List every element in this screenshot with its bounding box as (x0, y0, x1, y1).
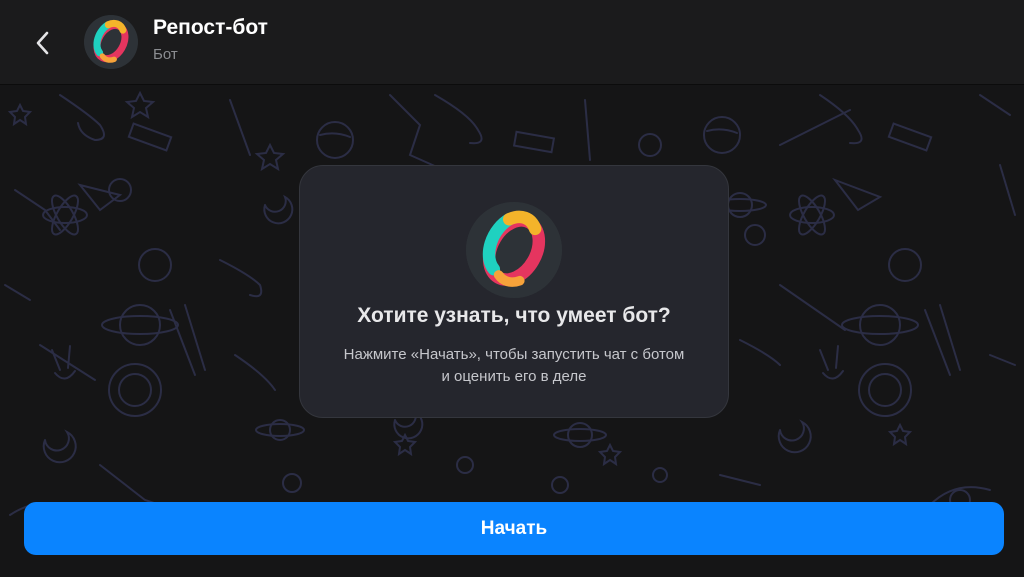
chat-title[interactable]: Репост-бот (153, 16, 268, 40)
bot-logo-icon (466, 202, 562, 298)
card-description-line: Нажмите «Начать», чтобы запустить чат с … (343, 346, 685, 363)
bot-logo-icon (84, 15, 138, 69)
card-description-line: и оценить его в деле (441, 368, 587, 385)
start-button[interactable]: Начать (24, 502, 1004, 555)
bot-info-card: Хотите узнать, что умеет бот? Нажмите «Н… (299, 165, 729, 418)
card-description: Нажмите «Начать», чтобы запустить чат с … (310, 344, 718, 388)
avatar[interactable] (84, 15, 138, 69)
bot-avatar-large (466, 202, 562, 298)
back-button[interactable] (26, 26, 60, 60)
chat-subtitle: Бот (153, 46, 178, 63)
chevron-left-icon (36, 31, 49, 55)
card-title: Хотите узнать, что умеет бот? (357, 304, 671, 327)
chat-header: Репост-бот Бот (0, 0, 1024, 85)
